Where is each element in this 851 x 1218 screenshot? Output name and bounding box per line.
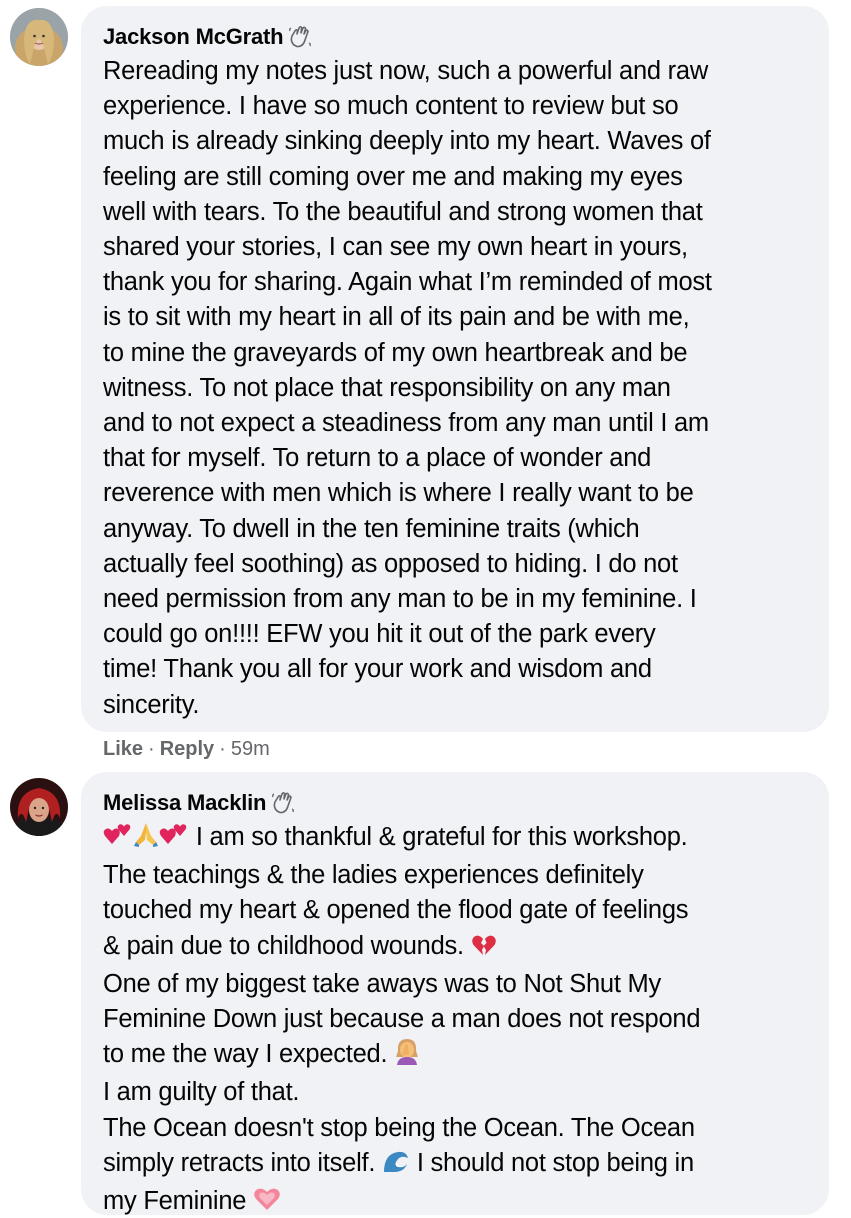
reply-button[interactable]: Reply [160,738,214,760]
comment-text-line: Rereading my notes just now, such a powe… [103,57,709,85]
broken-heart-icon [471,932,497,967]
comment-text: Rereading my notes just now, such a powe… [103,54,813,723]
comment-text-segment: simply retracts into itself. [103,1148,376,1177]
author-row: Melissa Macklin [103,786,813,820]
comment-text-line: feeling are still coming over me and mak… [103,162,683,191]
comment-text-line: & pain due to childhood wounds. [103,929,813,967]
woman-facepalming-icon [394,1037,420,1075]
timestamp[interactable]: 59m [231,738,270,760]
comment-text: I am so thankful & grateful for this wor… [103,820,813,1218]
comment-text-line: simply retracts into itself. I should no… [103,1146,813,1184]
comment-text-line: much is already sinking deeply into my h… [103,127,711,156]
comment-text-line: shared your stories, I can see my own he… [103,233,688,262]
comment-text-segment: I should not stop being in [416,1148,694,1177]
separator-dot: · [219,738,226,760]
comment-text-segment: & pain due to childhood wounds. [103,931,464,960]
comment-text-segment: my Feminine [103,1187,247,1216]
comment-text-line: I am so thankful & grateful for this wor… [103,820,813,858]
comment-text-line: experience. I have so much content to re… [103,92,679,121]
comment-actions: Like · Reply · 59m [103,736,270,762]
growing-heart-icon [253,1186,281,1218]
comment-text-line: anyway. To dwell in the ten feminine tra… [103,514,640,543]
comment-thread: Jackson McGrath Rereading my notes just … [0,0,851,1218]
waving-hand-icon [270,791,296,815]
comment-text-line: witness. To not place that responsibilit… [103,373,671,402]
water-wave-icon [382,1148,410,1184]
author-row: Jackson McGrath [103,20,813,54]
comment-text-line: is to sit with my heart in all of its pa… [103,303,690,332]
comment-text-line: I am guilty of that. [103,1078,300,1107]
comment-bubble: Melissa Macklin I am so thankful & grate… [81,772,829,1215]
comment-text-line: to me the way I expected. [103,1037,813,1075]
folded-hands-icon [133,820,159,858]
comment-text-line: sincerity. [103,690,200,719]
comment-text-line: well with tears. To the beautiful and st… [103,197,703,226]
comment-text-line: thank you for sharing. Again what I’m re… [103,268,712,297]
comment-text-line: The Ocean doesn't stop being the Ocean. … [103,1113,695,1142]
comment-text-line: my Feminine [103,1184,813,1218]
comment-text-line: time! Thank you all for your work and wi… [103,655,652,684]
separator-dot: · [148,738,155,760]
avatar[interactable] [10,8,68,66]
waving-hand-icon [287,25,313,49]
comment-text-line: touched my heart & opened the flood gate… [103,896,689,925]
avatar[interactable] [10,778,68,836]
comment-text-segment: to me the way I expected. [103,1040,388,1069]
author-name[interactable]: Melissa Macklin [103,790,267,816]
like-button[interactable]: Like [103,738,143,760]
comment-text-line: that for myself. To return to a place of… [103,444,652,473]
comment-text-line: reverence with men which is where I real… [103,479,694,508]
comment-text-line: The teachings & the ladies experiences d… [103,861,644,890]
two-hearts-icon [103,820,133,858]
comment-text-line: and to not expect a steadiness from any … [103,409,709,438]
comment-bubble: Jackson McGrath Rereading my notes just … [81,6,829,732]
comment-text-line: to mine the graveyards of my own heartbr… [103,338,688,367]
comment-text-line: need permission from any man to be in my… [103,585,697,614]
author-name[interactable]: Jackson McGrath [103,24,284,50]
comment-text-line: actually feel soothing) as opposed to hi… [103,549,678,578]
comment-text-line: could go on!!!! EFW you hit it out of th… [103,620,656,649]
two-hearts-icon [159,820,189,858]
comment-text-segment: I am so thankful & grateful for this wor… [195,823,688,851]
comment-text-line: One of my biggest take aways was to Not … [103,969,662,998]
comment-text-line: Feminine Down just because a man does no… [103,1005,701,1034]
